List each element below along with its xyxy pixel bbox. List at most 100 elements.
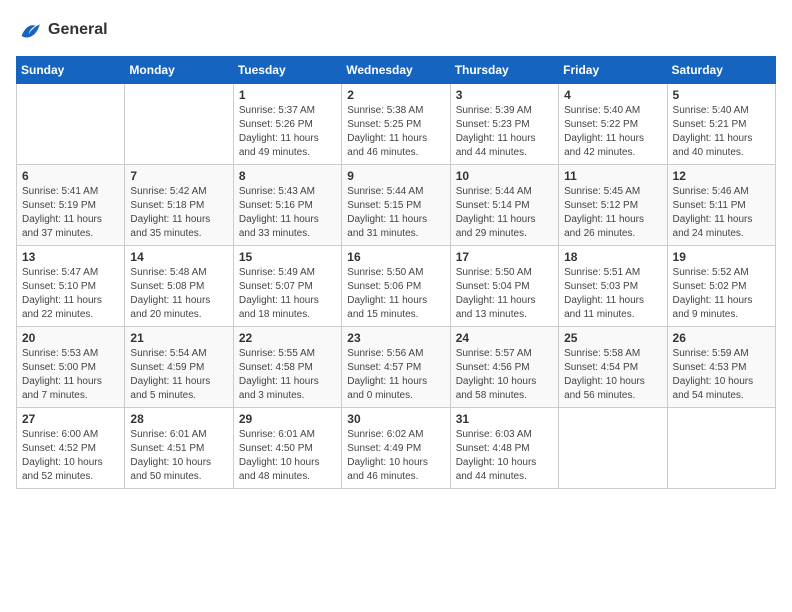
day-number: 19: [673, 250, 770, 264]
calendar-day-cell: 23 Sunrise: 5:56 AMSunset: 4:57 PMDayligh…: [342, 327, 450, 408]
day-info: Sunrise: 5:40 AMSunset: 5:22 PMDaylight:…: [564, 104, 661, 160]
day-number: 27: [22, 412, 119, 426]
calendar-header-row: SundayMondayTuesdayWednesdayThursdayFrid…: [17, 57, 776, 84]
weekday-header: Friday: [559, 57, 667, 84]
day-number: 4: [564, 88, 661, 102]
day-info: Sunrise: 5:40 AMSunset: 5:21 PMDaylight:…: [673, 104, 770, 160]
calendar-day-cell: 8 Sunrise: 5:43 AMSunset: 5:16 PMDaylight…: [233, 165, 341, 246]
calendar-week-row: 27 Sunrise: 6:00 AMSunset: 4:52 PMDayligh…: [17, 408, 776, 489]
day-info: Sunrise: 6:01 AMSunset: 4:50 PMDaylight:…: [239, 428, 336, 484]
logo-icon: [16, 16, 44, 44]
calendar-day-cell: 14 Sunrise: 5:48 AMSunset: 5:08 PMDayligh…: [125, 246, 233, 327]
day-info: Sunrise: 5:45 AMSunset: 5:12 PMDaylight:…: [564, 185, 661, 241]
day-number: 28: [130, 412, 227, 426]
day-info: Sunrise: 5:55 AMSunset: 4:58 PMDaylight:…: [239, 347, 336, 403]
day-number: 20: [22, 331, 119, 345]
day-number: 25: [564, 331, 661, 345]
day-info: Sunrise: 6:03 AMSunset: 4:48 PMDaylight:…: [456, 428, 553, 484]
calendar-day-cell: 17Sunrise: 5:50 AMSunset: 5:04 PMDayligh…: [450, 246, 558, 327]
calendar-week-row: 13 Sunrise: 5:47 AMSunset: 5:10 PMDayligh…: [17, 246, 776, 327]
calendar-day-cell: 3 Sunrise: 5:39 AMSunset: 5:23 PMDaylight…: [450, 84, 558, 165]
calendar-day-cell: 13 Sunrise: 5:47 AMSunset: 5:10 PMDayligh…: [17, 246, 125, 327]
calendar-week-row: 6 Sunrise: 5:41 AMSunset: 5:19 PMDaylight…: [17, 165, 776, 246]
calendar-day-cell: 5Sunrise: 5:40 AMSunset: 5:21 PMDaylight…: [667, 84, 775, 165]
day-info: Sunrise: 5:59 AMSunset: 4:53 PMDaylight:…: [673, 347, 770, 403]
calendar-day-cell: 1 Sunrise: 5:37 AMSunset: 5:26 PMDaylight…: [233, 84, 341, 165]
day-info: Sunrise: 5:44 AMSunset: 5:15 PMDaylight:…: [347, 185, 444, 241]
weekday-header: Wednesday: [342, 57, 450, 84]
calendar-day-cell: 27 Sunrise: 6:00 AMSunset: 4:52 PMDayligh…: [17, 408, 125, 489]
logo: General: [16, 16, 108, 44]
calendar-day-cell: 30 Sunrise: 6:02 AMSunset: 4:49 PMDayligh…: [342, 408, 450, 489]
calendar-day-cell: [17, 84, 125, 165]
day-number: 18: [564, 250, 661, 264]
day-number: 17: [456, 250, 553, 264]
day-info: Sunrise: 5:48 AMSunset: 5:08 PMDaylight:…: [130, 266, 227, 322]
day-number: 30: [347, 412, 444, 426]
day-number: 2: [347, 88, 444, 102]
day-info: Sunrise: 5:47 AMSunset: 5:10 PMDaylight:…: [22, 266, 119, 322]
day-info: Sunrise: 5:50 AMSunset: 5:06 PMDaylight:…: [347, 266, 444, 322]
calendar-day-cell: [559, 408, 667, 489]
day-number: 16: [347, 250, 444, 264]
day-number: 13: [22, 250, 119, 264]
day-info: Sunrise: 5:39 AMSunset: 5:23 PMDaylight:…: [456, 104, 553, 160]
day-info: Sunrise: 5:41 AMSunset: 5:19 PMDaylight:…: [22, 185, 119, 241]
day-number: 14: [130, 250, 227, 264]
calendar-day-cell: 21 Sunrise: 5:54 AMSunset: 4:59 PMDayligh…: [125, 327, 233, 408]
calendar-week-row: 1 Sunrise: 5:37 AMSunset: 5:26 PMDaylight…: [17, 84, 776, 165]
day-info: Sunrise: 5:58 AMSunset: 4:54 PMDaylight:…: [564, 347, 661, 403]
calendar-day-cell: 10 Sunrise: 5:44 AMSunset: 5:14 PMDayligh…: [450, 165, 558, 246]
day-number: 7: [130, 169, 227, 183]
day-number: 15: [239, 250, 336, 264]
day-number: 10: [456, 169, 553, 183]
day-number: 24: [456, 331, 553, 345]
day-info: Sunrise: 6:02 AMSunset: 4:49 PMDaylight:…: [347, 428, 444, 484]
day-info: Sunrise: 6:01 AMSunset: 4:51 PMDaylight:…: [130, 428, 227, 484]
day-number: 8: [239, 169, 336, 183]
calendar-table: SundayMondayTuesdayWednesdayThursdayFrid…: [16, 56, 776, 489]
weekday-header: Saturday: [667, 57, 775, 84]
calendar-day-cell: 31Sunrise: 6:03 AMSunset: 4:48 PMDayligh…: [450, 408, 558, 489]
calendar-day-cell: 15 Sunrise: 5:49 AMSunset: 5:07 PMDayligh…: [233, 246, 341, 327]
day-info: Sunrise: 5:43 AMSunset: 5:16 PMDaylight:…: [239, 185, 336, 241]
day-info: Sunrise: 5:38 AMSunset: 5:25 PMDaylight:…: [347, 104, 444, 160]
day-number: 9: [347, 169, 444, 183]
day-number: 6: [22, 169, 119, 183]
calendar-day-cell: 6 Sunrise: 5:41 AMSunset: 5:19 PMDaylight…: [17, 165, 125, 246]
weekday-header: Sunday: [17, 57, 125, 84]
weekday-header: Thursday: [450, 57, 558, 84]
calendar-day-cell: 11 Sunrise: 5:45 AMSunset: 5:12 PMDayligh…: [559, 165, 667, 246]
calendar-day-cell: 22Sunrise: 5:55 AMSunset: 4:58 PMDayligh…: [233, 327, 341, 408]
day-info: Sunrise: 5:52 AMSunset: 5:02 PMDaylight:…: [673, 266, 770, 322]
calendar-day-cell: 19 Sunrise: 5:52 AMSunset: 5:02 PMDayligh…: [667, 246, 775, 327]
day-info: Sunrise: 5:42 AMSunset: 5:18 PMDaylight:…: [130, 185, 227, 241]
day-info: Sunrise: 5:56 AMSunset: 4:57 PMDaylight:…: [347, 347, 444, 403]
day-number: 23: [347, 331, 444, 345]
day-info: Sunrise: 5:46 AMSunset: 5:11 PMDaylight:…: [673, 185, 770, 241]
calendar-day-cell: 16 Sunrise: 5:50 AMSunset: 5:06 PMDayligh…: [342, 246, 450, 327]
day-info: Sunrise: 5:37 AMSunset: 5:26 PMDaylight:…: [239, 104, 336, 160]
calendar-day-cell: 24 Sunrise: 5:57 AMSunset: 4:56 PMDayligh…: [450, 327, 558, 408]
calendar-day-cell: 25 Sunrise: 5:58 AMSunset: 4:54 PMDayligh…: [559, 327, 667, 408]
day-info: Sunrise: 5:44 AMSunset: 5:14 PMDaylight:…: [456, 185, 553, 241]
calendar-day-cell: [667, 408, 775, 489]
day-info: Sunrise: 5:49 AMSunset: 5:07 PMDaylight:…: [239, 266, 336, 322]
calendar-day-cell: 12Sunrise: 5:46 AMSunset: 5:11 PMDayligh…: [667, 165, 775, 246]
day-number: 29: [239, 412, 336, 426]
day-number: 3: [456, 88, 553, 102]
day-number: 11: [564, 169, 661, 183]
calendar-day-cell: 4 Sunrise: 5:40 AMSunset: 5:22 PMDaylight…: [559, 84, 667, 165]
calendar-day-cell: 7 Sunrise: 5:42 AMSunset: 5:18 PMDaylight…: [125, 165, 233, 246]
day-info: Sunrise: 5:57 AMSunset: 4:56 PMDaylight:…: [456, 347, 553, 403]
day-info: Sunrise: 6:00 AMSunset: 4:52 PMDaylight:…: [22, 428, 119, 484]
day-info: Sunrise: 5:54 AMSunset: 4:59 PMDaylight:…: [130, 347, 227, 403]
page-header: General: [16, 16, 776, 44]
calendar-day-cell: 28 Sunrise: 6:01 AMSunset: 4:51 PMDayligh…: [125, 408, 233, 489]
day-info: Sunrise: 5:53 AMSunset: 5:00 PMDaylight:…: [22, 347, 119, 403]
calendar-day-cell: [125, 84, 233, 165]
calendar-week-row: 20 Sunrise: 5:53 AMSunset: 5:00 PMDayligh…: [17, 327, 776, 408]
weekday-header: Monday: [125, 57, 233, 84]
day-number: 1: [239, 88, 336, 102]
day-number: 21: [130, 331, 227, 345]
